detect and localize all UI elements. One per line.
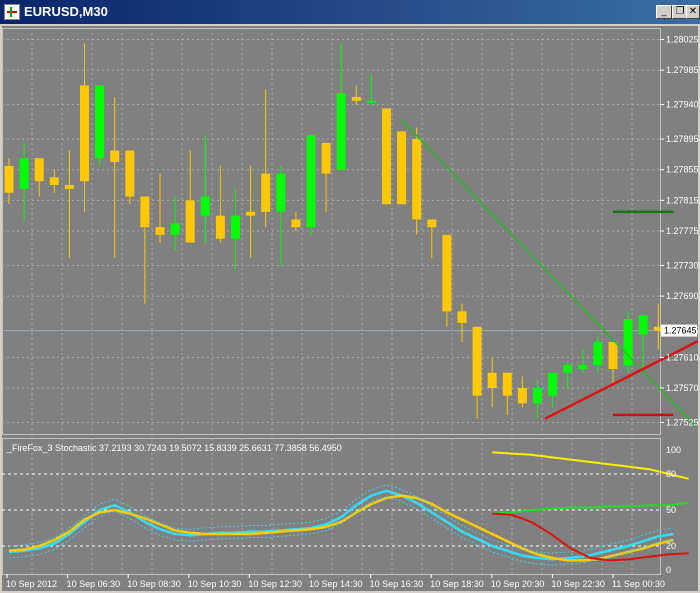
candle-body[interactable]: [472, 326, 482, 396]
candle-body[interactable]: [276, 173, 286, 212]
candle-body[interactable]: [49, 177, 59, 186]
price-tick-label: 1.27775: [666, 226, 698, 236]
candle-body[interactable]: [593, 342, 603, 366]
candle-body[interactable]: [306, 135, 316, 228]
stoch-level-label: 0: [666, 565, 671, 575]
price-tick-label: 1.27895: [666, 134, 698, 144]
price-tick-label: 1.28025: [666, 34, 698, 44]
candle-body[interactable]: [110, 150, 120, 163]
window-title: EURUSD,M30: [24, 4, 108, 19]
time-tick-label: 10 Sep 12:30: [248, 579, 302, 589]
time-tick-label: 10 Sep 18:30: [430, 579, 484, 589]
price-tick-label: 1.27855: [666, 165, 698, 175]
time-tick-label: 10 Sep 10:30: [188, 579, 242, 589]
price-tick-label: 1.27730: [666, 260, 698, 270]
close-icon[interactable]: ✕: [686, 5, 700, 19]
candle-body[interactable]: [382, 108, 391, 205]
candle-body[interactable]: [366, 100, 376, 103]
candle-body[interactable]: [548, 372, 558, 396]
candle-body[interactable]: [246, 211, 256, 216]
price-tick-label: 1.27985: [666, 65, 698, 75]
candle-body[interactable]: [563, 365, 573, 373]
time-tick-label: 10 Sep 22:30: [551, 579, 605, 589]
candle-body[interactable]: [638, 315, 648, 335]
stoch-level-label: 50: [666, 505, 676, 515]
chart-background: [2, 26, 698, 591]
minimize-icon[interactable]: _: [656, 5, 672, 19]
candle-body[interactable]: [200, 196, 210, 216]
stoch-level-label: 100: [666, 445, 681, 455]
candle-body[interactable]: [427, 219, 437, 228]
time-tick-label: 10 Sep 14:30: [309, 579, 363, 589]
candle-body[interactable]: [533, 388, 542, 404]
candle-body[interactable]: [170, 223, 180, 235]
price-tick-label: 1.27940: [666, 100, 698, 110]
candle-body[interactable]: [80, 85, 89, 182]
chart-svg[interactable]: _FireFox_3 Stochastic 37.2193 30.7243 19…: [2, 26, 698, 591]
candle-body[interactable]: [412, 139, 422, 220]
price-tick-label: 1.27610: [666, 352, 698, 362]
candle-body[interactable]: [125, 150, 135, 197]
time-tick-label: 10 Sep 20:30: [491, 579, 545, 589]
candle-body[interactable]: [95, 85, 105, 159]
candle-body[interactable]: [231, 215, 240, 239]
candle-body[interactable]: [502, 372, 512, 396]
candle-body[interactable]: [64, 185, 74, 189]
candle-body[interactable]: [442, 234, 452, 312]
candle-body[interactable]: [351, 96, 361, 101]
stoch-level-label: 20: [666, 541, 676, 551]
stoch-level-label: 80: [666, 469, 676, 479]
chart-icon: [4, 4, 20, 20]
price-tick-label: 1.27690: [666, 291, 698, 301]
candle-body[interactable]: [291, 219, 301, 228]
candle-body[interactable]: [155, 227, 165, 235]
title-bar[interactable]: EURUSD,M30 _ ❐ ✕: [0, 0, 700, 24]
candle-body[interactable]: [457, 311, 467, 323]
candle-body[interactable]: [19, 158, 29, 189]
price-tick-label: 1.27570: [666, 383, 698, 393]
candle-body[interactable]: [4, 165, 14, 193]
time-tick-label: 10 Sep 16:30: [370, 579, 424, 589]
candle-body[interactable]: [140, 196, 150, 228]
indicator-title: _FireFox_3 Stochastic 37.2193 30.7243 19…: [6, 443, 342, 453]
candle-body[interactable]: [321, 142, 331, 174]
candle-body[interactable]: [34, 158, 44, 182]
chart-window: EURUSD,M30 _ ❐ ✕ _FireFox_3 Stochastic 3…: [0, 0, 700, 593]
candle-body[interactable]: [397, 131, 407, 205]
current-price-label: 1.27645: [664, 326, 697, 336]
time-tick-label: 10 Sep 08:30: [127, 579, 181, 589]
time-tick-label: 11 Sep 00:30: [612, 579, 665, 589]
candle-body[interactable]: [517, 388, 527, 404]
price-tick-label: 1.27815: [666, 195, 698, 205]
chart-area[interactable]: _FireFox_3 Stochastic 37.2193 30.7243 19…: [2, 26, 698, 591]
candle-body[interactable]: [608, 342, 618, 369]
candle-body[interactable]: [336, 93, 346, 170]
time-tick-label: 10 Sep 2012: [6, 579, 57, 589]
candle-body[interactable]: [185, 200, 195, 243]
candle-body[interactable]: [487, 372, 497, 389]
candle-body[interactable]: [261, 173, 271, 212]
time-tick-label: 10 Sep 06:30: [67, 579, 121, 589]
candle-body[interactable]: [215, 215, 225, 239]
candle-body[interactable]: [578, 365, 588, 369]
price-tick-label: 1.27525: [666, 418, 698, 428]
